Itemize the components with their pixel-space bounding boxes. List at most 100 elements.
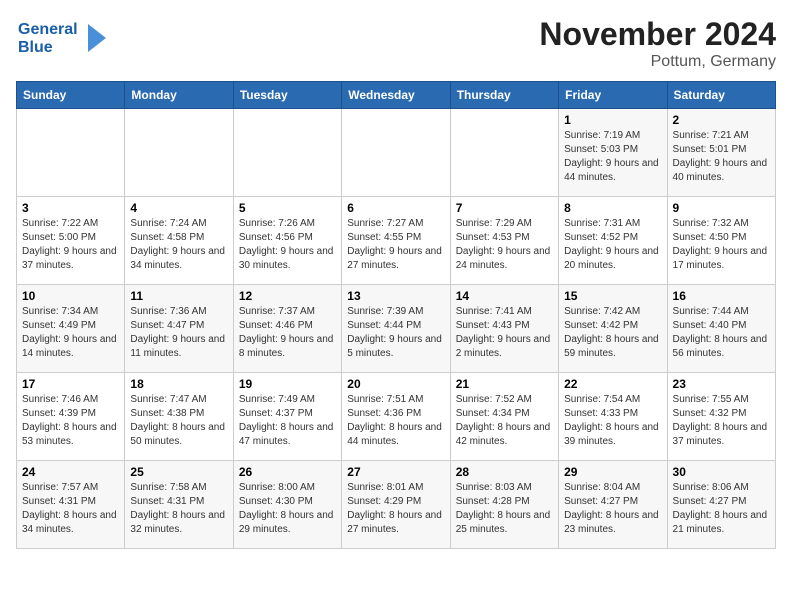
day-number: 3: [22, 201, 119, 215]
calendar-cell: 7Sunrise: 7:29 AM Sunset: 4:53 PM Daylig…: [450, 197, 558, 285]
day-info: Sunrise: 7:51 AM Sunset: 4:36 PM Dayligh…: [347, 393, 444, 449]
logo-text-block: General Blue: [16, 16, 126, 65]
calendar-cell: 15Sunrise: 7:42 AM Sunset: 4:42 PM Dayli…: [559, 285, 667, 373]
calendar-cell: 19 Sunrise: 7:49 AM Sunset: 4:37 PM Dayli…: [233, 373, 341, 461]
day-number: 23: [673, 377, 770, 391]
calendar-cell: 5 Sunrise: 7:26 AM Sunset: 4:56 PM Daylig…: [233, 197, 341, 285]
page-subtitle: Pottum, Germany: [539, 53, 776, 71]
day-number: 5: [239, 201, 336, 215]
calendar-cell: 12Sunrise: 7:37 AM Sunset: 4:46 PM Dayli…: [233, 285, 341, 373]
calendar-cell: [450, 109, 558, 197]
day-number: 16: [673, 289, 770, 303]
col-thursday: Thursday: [450, 82, 558, 109]
day-info: Sunrise: 7:19 AM Sunset: 5:03 PM Dayligh…: [564, 129, 661, 185]
day-info: Sunrise: 7:58 AM Sunset: 4:31 PM Dayligh…: [130, 481, 227, 537]
day-info: Sunrise: 7:36 AM Sunset: 4:47 PM Dayligh…: [130, 305, 227, 361]
calendar-cell: 21 Sunrise: 7:52 AM Sunset: 4:34 PM Dayli…: [450, 373, 558, 461]
title-block: November 2024 Pottum, Germany: [539, 16, 776, 71]
day-number: 14: [456, 289, 553, 303]
day-number: 2: [673, 113, 770, 127]
calendar-cell: 23 Sunrise: 7:55 AM Sunset: 4:32 PM Dayli…: [667, 373, 775, 461]
day-number: 29: [564, 465, 661, 479]
day-number: 25: [130, 465, 227, 479]
day-number: 21: [456, 377, 553, 391]
day-info: Sunrise: 7:49 AM Sunset: 4:37 PM Dayligh…: [239, 393, 336, 449]
day-number: 17: [22, 377, 119, 391]
calendar-cell: 2 Sunrise: 7:21 AM Sunset: 5:01 PM Daylig…: [667, 109, 775, 197]
day-number: 18: [130, 377, 227, 391]
calendar-week-row: 17 Sunrise: 7:46 AM Sunset: 4:39 PM Dayli…: [17, 373, 776, 461]
calendar-cell: 14 Sunrise: 7:41 AM Sunset: 4:43 PM Dayli…: [450, 285, 558, 373]
col-sunday: Sunday: [17, 82, 125, 109]
day-info: Sunrise: 8:00 AM Sunset: 4:30 PM Dayligh…: [239, 481, 336, 537]
day-info: Sunrise: 7:32 AM Sunset: 4:50 PM Dayligh…: [673, 217, 770, 273]
page-title: November 2024: [539, 16, 776, 53]
day-number: 6: [347, 201, 444, 215]
calendar-cell: 11Sunrise: 7:36 AM Sunset: 4:47 PM Dayli…: [125, 285, 233, 373]
calendar-week-row: 3 Sunrise: 7:22 AM Sunset: 5:00 PM Daylig…: [17, 197, 776, 285]
calendar-week-row: 24 Sunrise: 7:57 AM Sunset: 4:31 PM Dayli…: [17, 461, 776, 549]
day-info: Sunrise: 8:01 AM Sunset: 4:29 PM Dayligh…: [347, 481, 444, 537]
col-tuesday: Tuesday: [233, 82, 341, 109]
day-info: Sunrise: 7:27 AM Sunset: 4:55 PM Dayligh…: [347, 217, 444, 273]
calendar-cell: 29 Sunrise: 8:04 AM Sunset: 4:27 PM Dayli…: [559, 461, 667, 549]
day-info: Sunrise: 7:31 AM Sunset: 4:52 PM Dayligh…: [564, 217, 661, 273]
day-info: Sunrise: 7:44 AM Sunset: 4:40 PM Dayligh…: [673, 305, 770, 361]
day-number: 10: [22, 289, 119, 303]
day-number: 7: [456, 201, 553, 215]
day-number: 24: [22, 465, 119, 479]
calendar-cell: 10Sunrise: 7:34 AM Sunset: 4:49 PM Dayli…: [17, 285, 125, 373]
day-number: 30: [673, 465, 770, 479]
day-info: Sunrise: 8:03 AM Sunset: 4:28 PM Dayligh…: [456, 481, 553, 537]
day-info: Sunrise: 8:04 AM Sunset: 4:27 PM Dayligh…: [564, 481, 661, 537]
calendar-cell: 22Sunrise: 7:54 AM Sunset: 4:33 PM Dayli…: [559, 373, 667, 461]
day-number: 26: [239, 465, 336, 479]
calendar-cell: [17, 109, 125, 197]
day-number: 9: [673, 201, 770, 215]
calendar-table: Sunday Monday Tuesday Wednesday Thursday…: [16, 81, 776, 549]
day-info: Sunrise: 7:41 AM Sunset: 4:43 PM Dayligh…: [456, 305, 553, 361]
day-number: 12: [239, 289, 336, 303]
day-info: Sunrise: 7:24 AM Sunset: 4:58 PM Dayligh…: [130, 217, 227, 273]
day-info: Sunrise: 8:06 AM Sunset: 4:27 PM Dayligh…: [673, 481, 770, 537]
day-number: 1: [564, 113, 661, 127]
calendar-cell: [233, 109, 341, 197]
calendar-cell: 8Sunrise: 7:31 AM Sunset: 4:52 PM Daylig…: [559, 197, 667, 285]
svg-text:Blue: Blue: [18, 39, 53, 56]
calendar-cell: 17 Sunrise: 7:46 AM Sunset: 4:39 PM Dayli…: [17, 373, 125, 461]
day-info: Sunrise: 7:46 AM Sunset: 4:39 PM Dayligh…: [22, 393, 119, 449]
day-info: Sunrise: 7:47 AM Sunset: 4:38 PM Dayligh…: [130, 393, 227, 449]
day-info: Sunrise: 7:26 AM Sunset: 4:56 PM Dayligh…: [239, 217, 336, 273]
day-info: Sunrise: 7:22 AM Sunset: 5:00 PM Dayligh…: [22, 217, 119, 273]
logo: General Blue: [16, 16, 126, 65]
calendar-cell: 24 Sunrise: 7:57 AM Sunset: 4:31 PM Dayli…: [17, 461, 125, 549]
calendar-cell: 13 Sunrise: 7:39 AM Sunset: 4:44 PM Dayli…: [342, 285, 450, 373]
calendar-cell: 9 Sunrise: 7:32 AM Sunset: 4:50 PM Daylig…: [667, 197, 775, 285]
day-info: Sunrise: 7:39 AM Sunset: 4:44 PM Dayligh…: [347, 305, 444, 361]
calendar-cell: [125, 109, 233, 197]
day-number: 19: [239, 377, 336, 391]
day-info: Sunrise: 7:21 AM Sunset: 5:01 PM Dayligh…: [673, 129, 770, 185]
day-info: Sunrise: 7:57 AM Sunset: 4:31 PM Dayligh…: [22, 481, 119, 537]
calendar-header-row: Sunday Monday Tuesday Wednesday Thursday…: [17, 82, 776, 109]
svg-text:General: General: [18, 21, 78, 38]
calendar-cell: 27Sunrise: 8:01 AM Sunset: 4:29 PM Dayli…: [342, 461, 450, 549]
col-friday: Friday: [559, 82, 667, 109]
calendar-cell: 4Sunrise: 7:24 AM Sunset: 4:58 PM Daylig…: [125, 197, 233, 285]
calendar-cell: 28Sunrise: 8:03 AM Sunset: 4:28 PM Dayli…: [450, 461, 558, 549]
calendar-cell: 6 Sunrise: 7:27 AM Sunset: 4:55 PM Daylig…: [342, 197, 450, 285]
calendar-cell: 26 Sunrise: 8:00 AM Sunset: 4:30 PM Dayli…: [233, 461, 341, 549]
day-number: 20: [347, 377, 444, 391]
day-number: 15: [564, 289, 661, 303]
day-number: 13: [347, 289, 444, 303]
day-number: 22: [564, 377, 661, 391]
day-info: Sunrise: 7:55 AM Sunset: 4:32 PM Dayligh…: [673, 393, 770, 449]
page-header: General Blue November 2024 Pottum, Germa…: [16, 16, 776, 71]
calendar-cell: 16 Sunrise: 7:44 AM Sunset: 4:40 PM Dayli…: [667, 285, 775, 373]
day-info: Sunrise: 7:52 AM Sunset: 4:34 PM Dayligh…: [456, 393, 553, 449]
col-wednesday: Wednesday: [342, 82, 450, 109]
calendar-cell: 25 Sunrise: 7:58 AM Sunset: 4:31 PM Dayli…: [125, 461, 233, 549]
calendar-cell: 1 Sunrise: 7:19 AM Sunset: 5:03 PM Daylig…: [559, 109, 667, 197]
calendar-cell: 30 Sunrise: 8:06 AM Sunset: 4:27 PM Dayli…: [667, 461, 775, 549]
col-saturday: Saturday: [667, 82, 775, 109]
